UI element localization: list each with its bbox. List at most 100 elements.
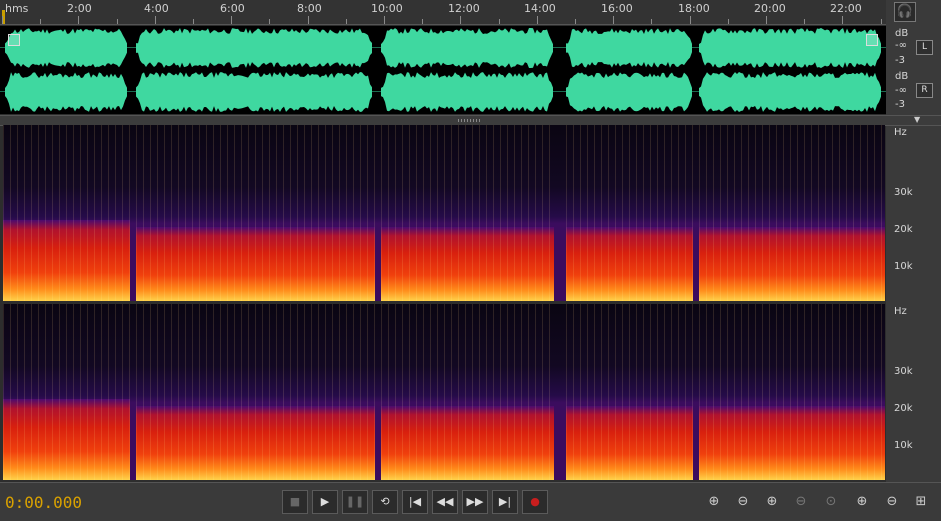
zoom-selection-button[interactable]: ⊙ xyxy=(820,493,842,511)
db-value: -∞ xyxy=(895,40,907,51)
waveform-segment xyxy=(5,28,127,68)
spectrogram-texture xyxy=(3,304,130,480)
spectrogram-texture xyxy=(566,304,693,480)
collapse-arrow-icon[interactable]: ▼ xyxy=(914,115,920,124)
ruler-tick xyxy=(116,19,118,24)
zoom-in-time-button[interactable]: ⊕ xyxy=(761,493,783,511)
scale-panel: 🎧 dB -∞ -3 L dB -∞ -3 R Hz 30k 20k 10k H… xyxy=(886,0,941,482)
ruler-label: 16:00 xyxy=(601,2,633,15)
spectrogram-left-channel[interactable] xyxy=(3,125,885,301)
spectrogram-texture xyxy=(699,125,885,301)
spectrogram-segment xyxy=(566,125,693,301)
ruler-tick xyxy=(460,16,462,24)
ruler-tick xyxy=(651,19,653,24)
ruler-tick xyxy=(269,19,271,24)
time-ruler[interactable]: hms 2:00 4:00 6:00 8:00 10:00 12:00 14:0… xyxy=(0,0,886,25)
spectrogram-segment xyxy=(136,304,375,480)
record-icon: ● xyxy=(530,495,540,508)
play-button[interactable]: ▶ xyxy=(312,490,338,514)
zoom-out-full-button[interactable]: ⊖ xyxy=(881,493,903,511)
spectrogram-texture xyxy=(381,304,554,480)
ruler-tick xyxy=(842,16,844,24)
spectrogram-texture xyxy=(699,304,885,480)
hz-tick-label: 20k xyxy=(894,403,913,414)
spectrogram-segment xyxy=(381,304,554,480)
zoom-out-time-button[interactable]: ⊖ xyxy=(790,493,812,511)
zoom-in-point-button[interactable]: ⊕ xyxy=(851,493,873,511)
ruler-tick xyxy=(498,19,500,24)
spectrogram-texture xyxy=(3,125,130,301)
spectrogram-segment xyxy=(699,125,885,301)
zoom-in-point-icon: ⊕ xyxy=(856,494,868,509)
ruler-tick xyxy=(536,16,538,24)
channel-right-button[interactable]: R xyxy=(916,83,933,98)
ruler-label: 12:00 xyxy=(448,2,480,15)
zoom-selection-icon: ⊙ xyxy=(825,494,837,509)
waveform-segment xyxy=(136,72,372,112)
waveform-right-channel[interactable] xyxy=(0,70,886,114)
zoom-out-amplitude-button[interactable]: ⊖ xyxy=(732,493,754,511)
skip-start-icon: |◀ xyxy=(408,495,422,508)
ruler-label: 14:00 xyxy=(524,2,556,15)
zoom-in-amplitude-icon: ⊕ xyxy=(708,494,720,509)
spectrogram-segment xyxy=(566,304,693,480)
channel-left-button[interactable]: L xyxy=(916,40,933,55)
ruler-tick xyxy=(422,19,424,24)
fade-out-handle[interactable] xyxy=(866,34,878,46)
db-label: dB xyxy=(895,71,909,82)
ruler-tick xyxy=(575,19,576,24)
stop-icon: ■ xyxy=(289,495,301,508)
db-label: dB xyxy=(895,28,909,39)
spectrogram-segment xyxy=(3,125,130,301)
hz-unit-label: Hz xyxy=(894,306,907,317)
ruler-tick xyxy=(40,19,42,24)
waveform-segment xyxy=(566,28,692,68)
time-display[interactable]: 0:00.000 xyxy=(5,493,82,512)
hz-tick-label: 10k xyxy=(894,440,913,451)
rewind-button[interactable]: ◀◀ xyxy=(432,490,458,514)
waveform-left-channel[interactable] xyxy=(0,26,886,70)
pause-button[interactable]: ❚❚ xyxy=(342,490,368,514)
stop-button[interactable]: ■ xyxy=(282,490,308,514)
spectrogram-right-channel[interactable] xyxy=(3,304,885,480)
ruler-tick xyxy=(689,16,691,24)
fast-forward-icon: ▶▶ xyxy=(466,495,484,508)
db-value: -3 xyxy=(895,55,905,66)
hz-tick-label: 10k xyxy=(894,261,913,272)
loop-icon: ⟲ xyxy=(380,495,390,508)
go-to-end-button[interactable]: ▶| xyxy=(492,490,518,514)
loop-button[interactable]: ⟲ xyxy=(372,490,398,514)
waveform-segment xyxy=(699,72,881,112)
ruler-label: 8:00 xyxy=(297,2,322,15)
headphones-button[interactable]: 🎧 xyxy=(894,2,916,22)
ruler-tick xyxy=(231,16,233,24)
db-value: -∞ xyxy=(895,85,907,96)
ruler-tick xyxy=(384,16,385,24)
zoom-out-amplitude-icon: ⊖ xyxy=(737,494,749,509)
ruler-tick xyxy=(154,16,156,24)
ruler-label: 2:00 xyxy=(67,2,92,15)
record-button[interactable]: ● xyxy=(522,490,548,514)
waveform-segment xyxy=(699,28,881,68)
zoom-in-amplitude-button[interactable]: ⊕ xyxy=(703,493,725,511)
zoom-out-full-icon: ⊖ xyxy=(886,494,898,509)
waveform-segment xyxy=(381,28,553,68)
ruler-tick xyxy=(345,19,347,24)
spectrogram-texture xyxy=(381,125,554,301)
zoom-all-button[interactable]: ⊞ xyxy=(910,493,932,511)
rewind-icon: ◀◀ xyxy=(436,495,454,508)
ruler-label: 6:00 xyxy=(220,2,245,15)
spectrogram-segment xyxy=(136,125,375,301)
waveform-segment xyxy=(381,72,553,112)
zoom-out-time-icon: ⊖ xyxy=(795,494,807,509)
transport-bar: 0:00.000 ■ ▶ ❚❚ ⟲ |◀ ◀◀ ▶▶ ▶| ● ⊕ ⊖ ⊕ ⊖ ⊙ ⊕ ⊖ ⊞ xyxy=(0,482,941,521)
ruler-tick xyxy=(2,16,3,24)
zoom-all-icon: ⊞ xyxy=(915,494,927,509)
fast-forward-button[interactable]: ▶▶ xyxy=(462,490,488,514)
go-to-start-button[interactable]: |◀ xyxy=(402,490,428,514)
ruler-label: 4:00 xyxy=(144,2,169,15)
pause-icon: ❚❚ xyxy=(345,495,365,508)
db-value: -3 xyxy=(895,99,905,110)
waveform-segment xyxy=(566,72,692,112)
fade-in-handle[interactable] xyxy=(8,34,20,46)
